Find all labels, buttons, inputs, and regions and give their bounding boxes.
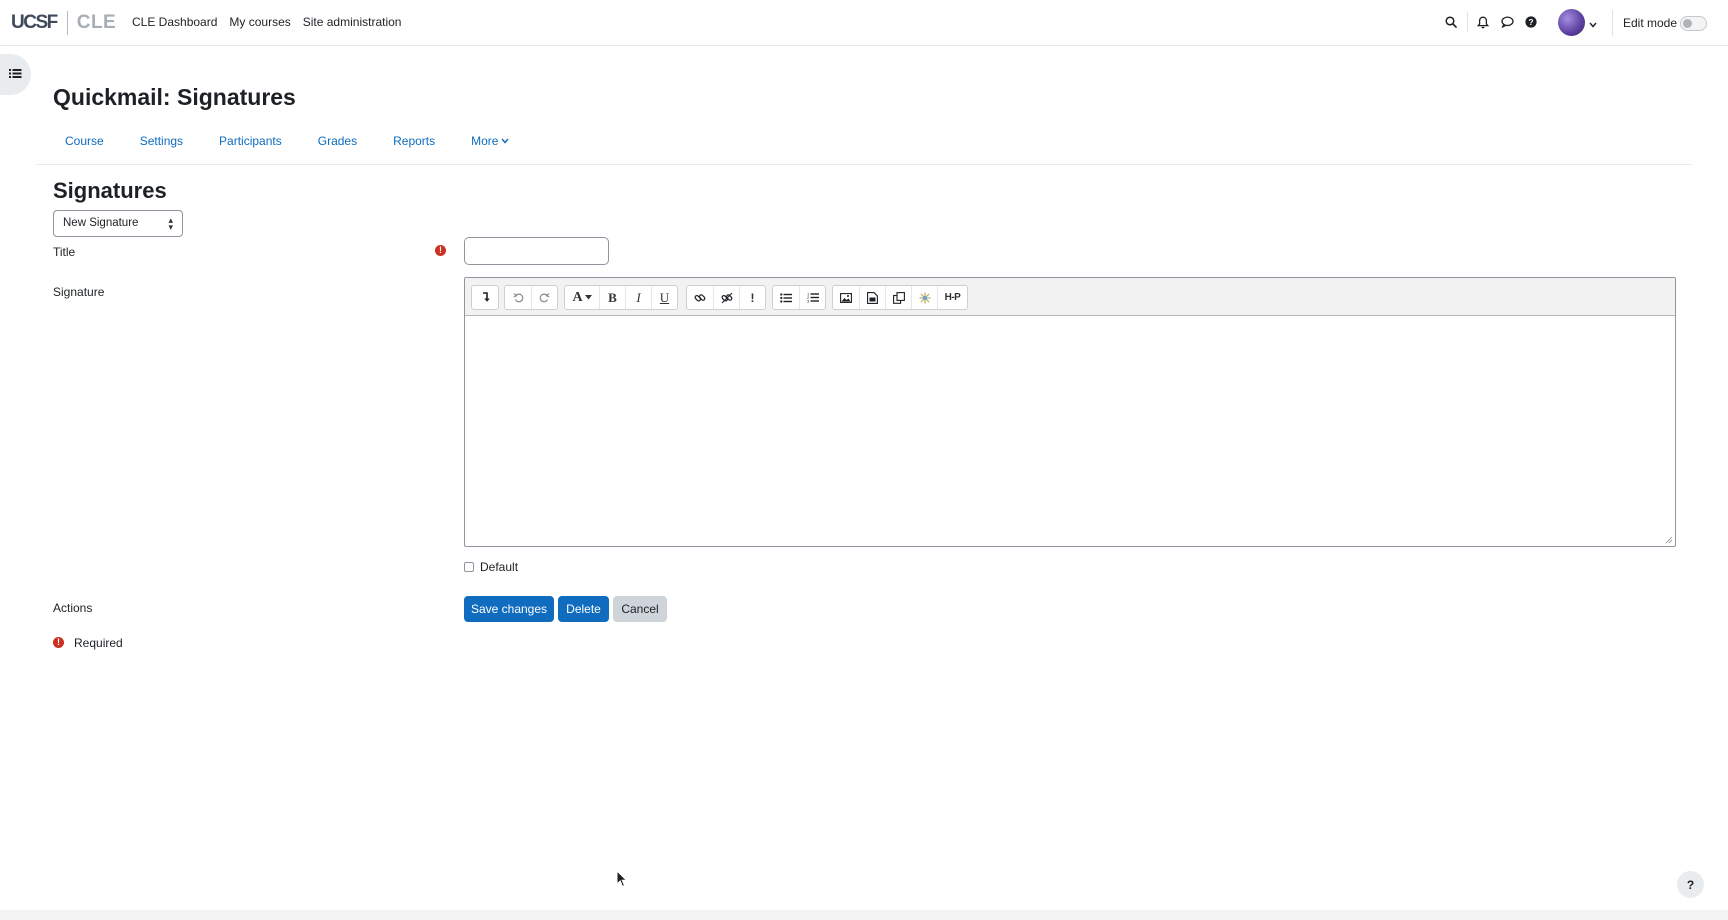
signature-select-value: New Signature bbox=[63, 217, 139, 229]
title-input[interactable] bbox=[464, 237, 609, 265]
nav-site-administration[interactable]: Site administration bbox=[303, 15, 402, 29]
collapse-icon[interactable] bbox=[472, 286, 498, 309]
bullet-list-icon[interactable] bbox=[773, 286, 799, 309]
signature-editor: A B I U ! 123 H-P bbox=[464, 277, 1676, 547]
signature-select[interactable]: New Signature ▴ ▾ bbox=[53, 210, 183, 237]
default-label: Default bbox=[480, 560, 519, 574]
primary-nav: CLE Dashboard My courses Site administra… bbox=[132, 15, 401, 29]
secondary-nav: Course Settings Participants Grades Repo… bbox=[53, 134, 533, 148]
page-title: Quickmail: Signatures bbox=[53, 84, 296, 110]
search-icon[interactable] bbox=[1443, 14, 1459, 30]
logo-cle: CLE bbox=[76, 12, 117, 33]
toolbar-group-links: ! bbox=[686, 285, 766, 310]
chevron-down-icon[interactable] bbox=[1589, 17, 1597, 31]
required-label: Required bbox=[74, 636, 123, 650]
title-label: Title bbox=[53, 245, 76, 259]
toolbar-group-collapse bbox=[471, 285, 499, 310]
editor-content-area[interactable] bbox=[465, 316, 1675, 546]
toolbar-group-style: A B I U bbox=[564, 285, 678, 310]
manage-files-icon[interactable] bbox=[885, 286, 911, 309]
mouse-cursor-icon bbox=[616, 870, 628, 888]
accessibility-icon[interactable] bbox=[911, 286, 937, 309]
numbered-list-icon[interactable]: 123 bbox=[799, 286, 825, 309]
resize-handle-icon[interactable] bbox=[1665, 536, 1673, 544]
toolbar-group-history bbox=[504, 285, 558, 310]
cancel-button[interactable]: Cancel bbox=[613, 596, 667, 622]
tab-grades[interactable]: Grades bbox=[306, 134, 357, 148]
editor-toolbar: A B I U ! 123 H-P bbox=[465, 278, 1675, 316]
top-navbar: UCSF CLE CLE Dashboard My courses Site a… bbox=[0, 0, 1728, 46]
logo-ucsf: UCSF bbox=[11, 12, 58, 33]
save-changes-button[interactable]: Save changes bbox=[464, 596, 554, 622]
list-icon bbox=[9, 68, 22, 82]
nav-cle-dashboard[interactable]: CLE Dashboard bbox=[132, 15, 217, 29]
image-icon[interactable] bbox=[833, 286, 859, 309]
required-icon: ! bbox=[435, 245, 446, 256]
redo-icon[interactable] bbox=[531, 286, 557, 309]
footer-help-button[interactable]: ? bbox=[1677, 871, 1704, 898]
section-title: Signatures bbox=[53, 178, 167, 203]
bold-icon[interactable]: B bbox=[599, 286, 625, 309]
tab-settings[interactable]: Settings bbox=[128, 134, 183, 148]
signature-label: Signature bbox=[53, 285, 105, 299]
tab-course[interactable]: Course bbox=[53, 134, 104, 148]
tab-reports[interactable]: Reports bbox=[381, 134, 435, 148]
course-index-toggle[interactable] bbox=[0, 54, 31, 95]
toolbar-group-lists: 123 bbox=[772, 285, 826, 310]
help-icon[interactable]: ? bbox=[1523, 14, 1539, 30]
user-avatar[interactable] bbox=[1558, 9, 1585, 36]
default-checkbox-row: Default bbox=[464, 560, 518, 574]
unlink-icon[interactable] bbox=[713, 286, 739, 309]
site-logo[interactable]: UCSF CLE bbox=[11, 10, 116, 36]
link-icon[interactable] bbox=[687, 286, 713, 309]
logo-divider bbox=[66, 11, 68, 35]
default-checkbox[interactable] bbox=[464, 562, 474, 572]
edit-mode-label: Edit mode bbox=[1623, 16, 1678, 30]
tab-more-label: More bbox=[471, 134, 499, 148]
actions-label: Actions bbox=[53, 601, 93, 615]
required-icon: ! bbox=[53, 637, 64, 648]
chat-icon[interactable] bbox=[1499, 14, 1515, 30]
header-divider bbox=[36, 164, 1692, 165]
emoticon-icon[interactable]: ! bbox=[739, 286, 765, 309]
font-color-icon[interactable]: A bbox=[565, 286, 599, 309]
underline-icon[interactable]: U bbox=[651, 286, 677, 309]
edit-mode-toggle[interactable] bbox=[1680, 16, 1707, 31]
chevron-down-icon bbox=[501, 138, 510, 144]
undo-icon[interactable] bbox=[505, 286, 531, 309]
tab-more[interactable]: More bbox=[459, 134, 510, 148]
footer-bar bbox=[0, 910, 1728, 920]
bell-icon[interactable] bbox=[1475, 14, 1491, 30]
nav-divider bbox=[1467, 12, 1468, 32]
select-caret-icon: ▴ ▾ bbox=[168, 215, 173, 232]
svg-text:3: 3 bbox=[807, 299, 810, 304]
svg-text:?: ? bbox=[1528, 17, 1533, 27]
media-icon[interactable] bbox=[859, 286, 885, 309]
nav-divider-2 bbox=[1612, 10, 1613, 36]
toggle-knob bbox=[1683, 19, 1692, 28]
tab-participants[interactable]: Participants bbox=[207, 134, 282, 148]
nav-my-courses[interactable]: My courses bbox=[229, 15, 290, 29]
toolbar-group-media: H-P bbox=[832, 285, 968, 310]
delete-button[interactable]: Delete bbox=[558, 596, 609, 622]
h5p-icon[interactable]: H-P bbox=[937, 286, 967, 309]
italic-icon[interactable]: I bbox=[625, 286, 651, 309]
